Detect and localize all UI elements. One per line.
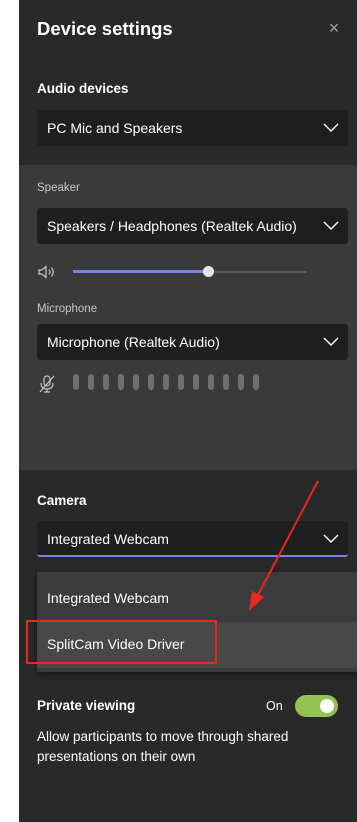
mic-level-bar <box>133 374 139 390</box>
mic-level-bar <box>193 374 199 390</box>
private-viewing-label: Private viewing <box>37 698 136 713</box>
speaker-dropdown[interactable]: Speakers / Headphones (Realtek Audio) <box>37 208 348 244</box>
page-title: Device settings <box>37 18 173 39</box>
annotation-highlight-box <box>26 620 217 664</box>
mic-level-bar <box>253 374 259 390</box>
camera-label: Camera <box>37 493 87 508</box>
camera-value: Integrated Webcam <box>47 531 169 547</box>
private-viewing-toggle[interactable] <box>295 695 338 717</box>
toggle-knob <box>320 699 334 713</box>
microphone-label: Microphone <box>37 303 98 315</box>
camera-option-integrated-webcam[interactable]: Integrated Webcam <box>37 576 357 622</box>
speaker-volume-slider[interactable] <box>37 262 348 282</box>
audio-device-value: PC Mic and Speakers <box>47 120 183 136</box>
speaker-label: Speaker <box>37 182 80 194</box>
microphone-level-meter <box>37 372 348 396</box>
slider-fill <box>73 270 209 273</box>
chevron-down-icon <box>323 534 339 543</box>
mic-level-bar <box>208 374 214 390</box>
camera-dropdown[interactable]: Integrated Webcam <box>37 521 348 557</box>
panel-header: Device settings × <box>19 0 357 64</box>
mic-level-bar <box>178 374 184 390</box>
mic-off-icon <box>39 375 55 393</box>
mic-level-bar <box>103 374 109 390</box>
device-settings-panel: Device settings × Audio devices PC Mic a… <box>19 0 357 822</box>
chevron-down-icon <box>323 337 339 346</box>
mic-level-bar <box>73 374 79 390</box>
mic-level-bars <box>73 374 259 390</box>
speaker-value: Speakers / Headphones (Realtek Audio) <box>47 218 297 234</box>
mic-level-bar <box>223 374 229 390</box>
mic-level-bar <box>88 374 94 390</box>
audio-device-dropdown[interactable]: PC Mic and Speakers <box>37 110 348 146</box>
mic-level-bar <box>118 374 124 390</box>
slider-thumb[interactable] <box>202 266 214 277</box>
menu-item-label: Integrated Webcam <box>47 590 169 606</box>
microphone-value: Microphone (Realtek Audio) <box>47 334 220 350</box>
private-viewing-row: Private viewing On <box>37 694 348 720</box>
chevron-down-icon <box>323 123 339 132</box>
mic-level-bar <box>163 374 169 390</box>
speaker-icon <box>38 265 54 279</box>
mic-level-bar <box>238 374 244 390</box>
audio-devices-label: Audio devices <box>37 81 129 96</box>
mic-level-bar <box>148 374 154 390</box>
chevron-down-icon <box>323 221 339 230</box>
close-icon[interactable]: × <box>325 19 343 37</box>
private-viewing-description: Allow participants to move through share… <box>37 729 289 764</box>
microphone-dropdown[interactable]: Microphone (Realtek Audio) <box>37 324 348 360</box>
private-viewing-state: On <box>266 699 283 713</box>
